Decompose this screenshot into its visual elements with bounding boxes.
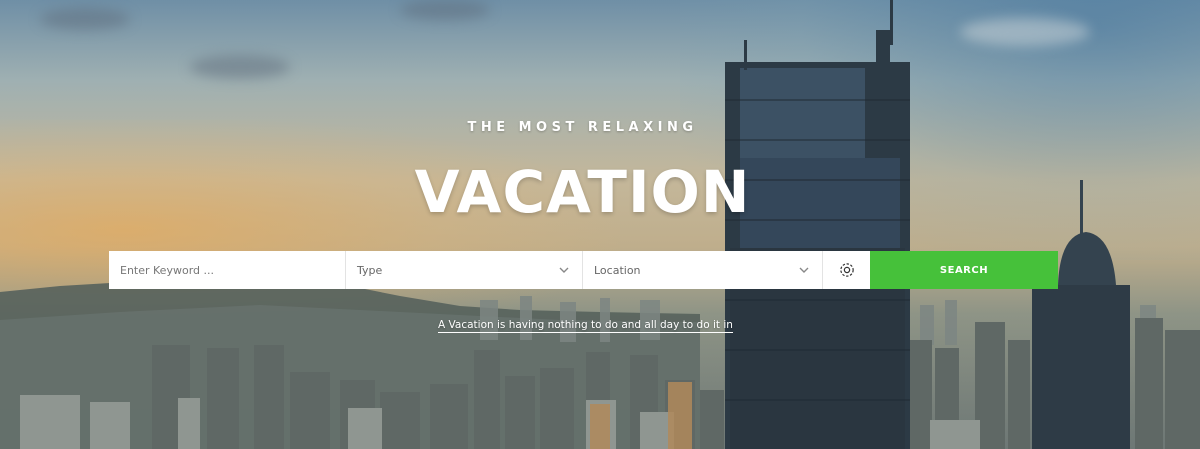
chevron-down-icon (559, 267, 569, 273)
hero-eyebrow: THE MOST RELAXING (467, 120, 698, 135)
keyword-field[interactable] (109, 251, 346, 289)
search-bar: Type Location SEARCH (109, 251, 1058, 289)
location-select-label: Location (594, 263, 641, 277)
hero-title: VACATION (414, 158, 751, 226)
type-select[interactable]: Type (346, 251, 583, 289)
search-button[interactable]: SEARCH (870, 251, 1058, 289)
advanced-settings-button[interactable] (823, 251, 870, 289)
gear-icon (839, 263, 854, 277)
type-select-label: Type (357, 263, 383, 277)
keyword-input[interactable] (120, 263, 334, 277)
location-select[interactable]: Location (583, 251, 823, 289)
hero-tagline-link[interactable]: A Vacation is having nothing to do and a… (438, 319, 733, 333)
chevron-down-icon (799, 267, 809, 273)
